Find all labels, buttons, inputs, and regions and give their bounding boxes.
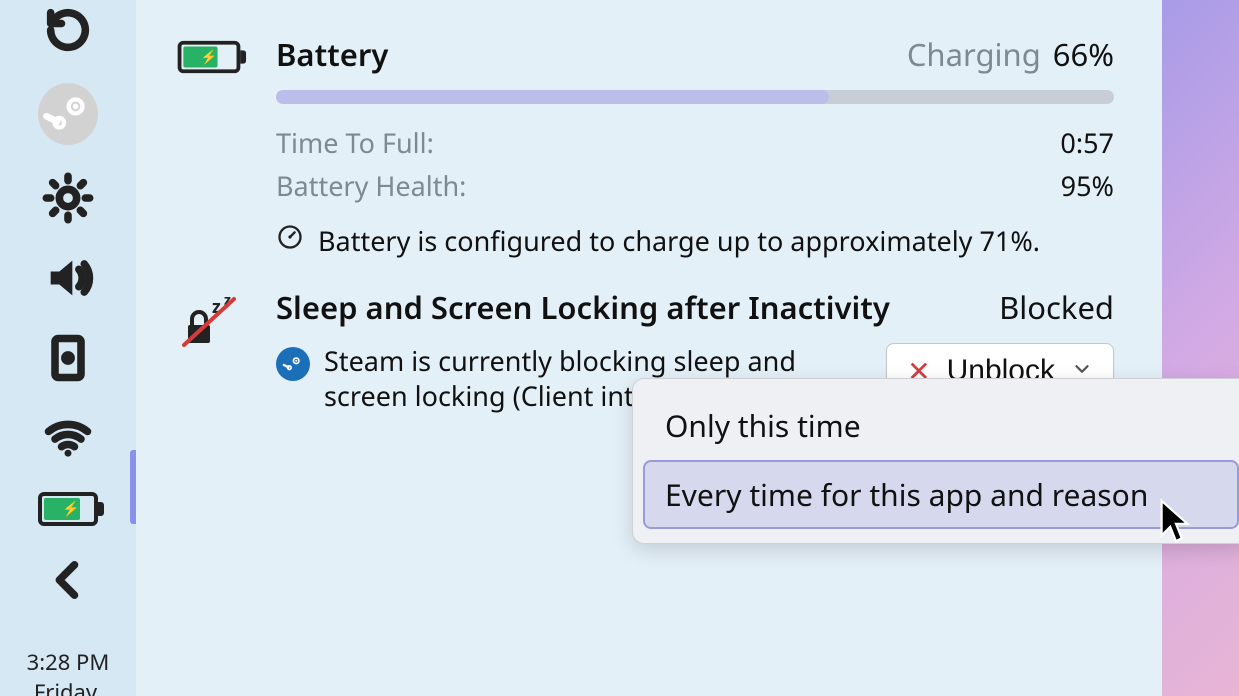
sleep-blocked-icon: z z [176, 287, 246, 413]
speedometer-icon [276, 222, 304, 259]
steam-app-icon [276, 347, 310, 381]
power-applet: ⚡ Battery Charging 66% Time To Full: 0:57… [136, 0, 1162, 696]
refresh-icon[interactable] [38, 4, 98, 56]
chevron-left-icon[interactable] [38, 554, 98, 606]
battery-progress [276, 90, 1114, 104]
clock-time: 3:28 PM [27, 648, 110, 678]
battery-section: ⚡ Battery Charging 66% Time To Full: 0:57… [176, 34, 1114, 259]
wifi-icon[interactable] [38, 412, 98, 464]
battery-tray-icon[interactable]: ⚡ [38, 492, 98, 526]
time-to-full-value: 0:57 [1060, 124, 1114, 161]
battery-health-label: Battery Health: [276, 167, 466, 204]
system-tray-panel: ⚡ 3:28 PM Friday, August [0, 0, 136, 696]
battery-title: Battery [276, 34, 388, 76]
kde-connect-icon[interactable] [38, 332, 98, 384]
menu-item-only-this-time[interactable]: Only this time [643, 391, 1239, 460]
battery-progress-fill [276, 90, 829, 104]
charge-limit-note: Battery is configured to charge up to ap… [318, 222, 1040, 259]
sleep-title: Sleep and Screen Locking after Inactivit… [276, 287, 890, 329]
brightness-icon[interactable] [38, 172, 98, 224]
applet-resize-handle[interactable] [130, 450, 136, 524]
volume-icon[interactable] [38, 252, 98, 304]
battery-health-value: 95% [1061, 167, 1114, 204]
menu-item-every-time[interactable]: Every time for this app and reason [643, 460, 1239, 529]
battery-status: Charging 66% [907, 34, 1114, 76]
clock[interactable]: 3:28 PM Friday, August [27, 634, 110, 696]
battery-status-label: Charging [907, 34, 1041, 76]
unblock-dropdown: Only this time Every time for this app a… [632, 378, 1239, 544]
time-to-full-label: Time To Full: [276, 124, 434, 161]
clock-day: Friday, [27, 678, 110, 696]
sleep-status: Blocked [999, 287, 1114, 329]
steam-tray-icon[interactable] [38, 84, 98, 144]
battery-percent: 66% [1053, 34, 1114, 76]
battery-icon: ⚡ [176, 34, 246, 259]
